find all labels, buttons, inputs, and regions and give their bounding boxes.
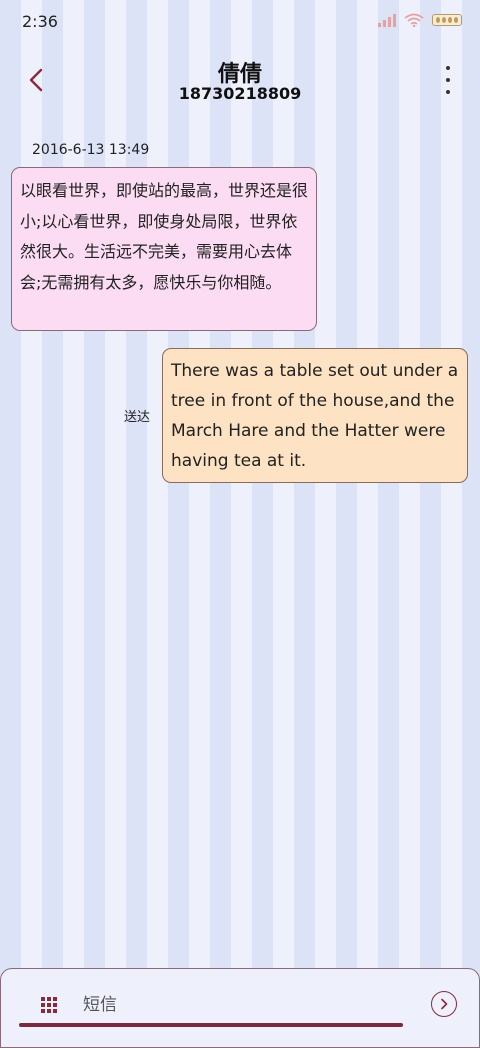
signal-icon — [378, 13, 396, 27]
incoming-message-bubble[interactable]: 以眼看世界，即使站的最高，世界还是很小;以心看世界，即使身处局限，世界依然很大。… — [11, 167, 317, 331]
status-time: 2:36 — [22, 12, 58, 31]
conversation-header: 倩倩 18730218809 — [0, 50, 480, 110]
delivery-status: 送达 — [124, 410, 151, 425]
status-icons — [378, 13, 462, 27]
composer-panel — [0, 968, 480, 1048]
message-timestamp: 2016-6-13 13:49 — [32, 142, 150, 158]
wifi-icon — [404, 13, 424, 27]
input-underline — [19, 1023, 403, 1027]
battery-icon — [432, 14, 462, 26]
contact-number: 18730218809 — [178, 84, 302, 103]
outgoing-message-bubble[interactable]: There was a table set out under a tree i… — [162, 348, 468, 483]
send-arrow-icon — [441, 998, 448, 1010]
more-options-button[interactable] — [440, 66, 456, 94]
grid-icon — [41, 997, 45, 1001]
apps-button[interactable] — [41, 997, 57, 1013]
status-bar: 2:36 — [0, 0, 480, 44]
more-vertical-icon — [446, 66, 450, 70]
send-button[interactable] — [431, 991, 457, 1017]
sms-input[interactable] — [81, 989, 405, 1021]
